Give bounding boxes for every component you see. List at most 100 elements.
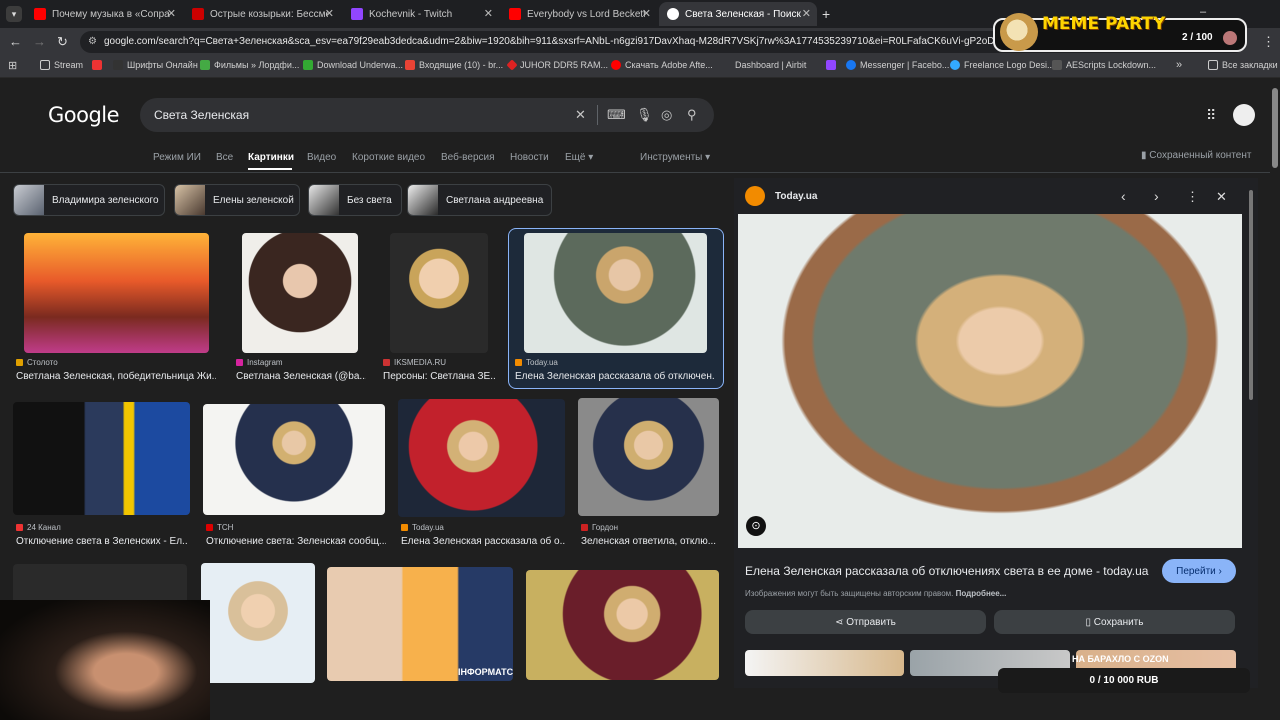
bookmark-item[interactable]: Stream xyxy=(40,60,83,70)
browser-tab[interactable]: Почему музыка в «Сопрано» ✕ xyxy=(26,2,182,26)
saved-content-link[interactable]: ▮ Сохраненный контент xyxy=(1141,150,1251,161)
site-info-icon[interactable]: ⚙ xyxy=(88,31,97,53)
google-logo[interactable]: Google xyxy=(48,103,120,127)
more-bookmarks-icon[interactable]: » xyxy=(1176,59,1182,71)
search-icon[interactable]: ⚲ xyxy=(687,107,697,123)
related-search-chip[interactable]: Светлана андреевна xyxy=(407,184,552,216)
apps-icon[interactable]: ⊞ xyxy=(8,59,17,72)
preview-title[interactable]: Елена Зеленская рассказала об отключения… xyxy=(745,564,1148,578)
related-search-chip[interactable]: Владимира зеленского xyxy=(13,184,165,216)
result-caption[interactable]: Отключение света: Зеленская сообщ... xyxy=(206,536,386,547)
next-icon[interactable]: › xyxy=(1154,188,1159,204)
result-caption[interactable]: Персоны: Светлана ЗЕ... xyxy=(383,371,496,382)
lens-icon[interactable]: ◎ xyxy=(661,107,672,123)
more-options-icon[interactable]: ⋮ xyxy=(1186,189,1199,205)
back-icon[interactable]: ← xyxy=(9,34,22,49)
twitch-icon xyxy=(351,8,363,20)
tab-videos[interactable]: Видео xyxy=(307,152,336,163)
bookmark-item[interactable]: Шрифты Онлайн xyxy=(113,60,198,70)
scrollbar[interactable] xyxy=(1249,190,1253,400)
tab-all[interactable]: Все xyxy=(216,152,233,163)
bookmark-item[interactable] xyxy=(826,60,840,70)
gmail-icon xyxy=(405,60,415,70)
page-scrollbar[interactable] xyxy=(1272,88,1278,168)
share-button[interactable]: ⋖ Отправить xyxy=(745,610,986,634)
tab-short-videos[interactable]: Короткие видео xyxy=(352,152,425,163)
twitch-icon xyxy=(826,60,836,70)
result-image[interactable] xyxy=(390,233,488,353)
result-image[interactable] xyxy=(327,567,513,681)
bookmark-item[interactable]: Download Underwa... xyxy=(303,60,403,70)
bookmark-item[interactable]: JUHOR DDR5 RAM... xyxy=(506,59,608,71)
lens-search-icon[interactable]: ⊙ xyxy=(746,516,766,536)
forward-icon[interactable]: → xyxy=(33,34,46,49)
result-image[interactable] xyxy=(242,233,358,353)
result-caption[interactable]: Елена Зеленская рассказала об о... xyxy=(401,536,566,547)
reload-icon[interactable]: ↻ xyxy=(57,34,68,50)
avatar[interactable] xyxy=(1233,104,1255,126)
close-tab-icon[interactable]: ✕ xyxy=(642,7,651,20)
save-button[interactable]: ▯ Сохранить xyxy=(994,610,1235,634)
bookmark-item[interactable]: Фильмы » Лордфи... xyxy=(200,60,299,70)
donation-goal-bar: 0 / 10 000 RUB xyxy=(998,668,1250,693)
result-caption[interactable]: Зеленская ответила, отклю... xyxy=(581,536,716,547)
tools-menu[interactable]: Инструменты ▾ xyxy=(640,152,710,163)
result-caption[interactable]: Светлана Зеленская, победительница Жи... xyxy=(16,371,216,382)
close-tab-icon[interactable]: ✕ xyxy=(325,7,334,20)
search-input[interactable]: Света Зеленская xyxy=(140,98,714,132)
microphone-icon[interactable]: 🎙 xyxy=(636,107,653,123)
keyboard-icon[interactable]: ⌨ xyxy=(607,107,626,123)
browser-tab[interactable]: Острые козырьки: Бессмертна✕ xyxy=(184,2,340,26)
bookmark-item[interactable]: Входящие (10) - br... xyxy=(405,60,503,70)
result-image[interactable] xyxy=(13,564,187,604)
google-apps-icon[interactable]: ⠿ xyxy=(1206,107,1216,124)
close-tab-icon[interactable]: ✕ xyxy=(167,7,176,20)
tab-web[interactable]: Веб-версия xyxy=(441,152,495,163)
bookmark-item[interactable]: Freelance Logo Desi... xyxy=(950,60,1055,70)
bookmark-item[interactable]: AEScripts Lockdown... xyxy=(1052,60,1156,70)
related-search-chip[interactable]: Без света xyxy=(308,184,402,216)
tab-news[interactable]: Новости xyxy=(510,152,549,163)
avatar xyxy=(1223,31,1237,45)
browser-tab-active[interactable]: Света Зеленская - Поиск в Go✕ xyxy=(659,2,817,26)
tab-ai-mode[interactable]: Режим ИИ xyxy=(153,152,201,163)
result-image[interactable] xyxy=(398,399,565,517)
result-image[interactable] xyxy=(24,233,209,353)
preview-source[interactable]: Today.ua xyxy=(775,191,817,202)
close-tab-icon[interactable]: ✕ xyxy=(484,7,493,20)
tab-more[interactable]: Ещё ▾ xyxy=(565,152,593,163)
youtube-icon xyxy=(192,8,204,20)
visit-button[interactable]: Перейти › xyxy=(1162,559,1236,583)
result-caption[interactable]: Елена Зеленская рассказала об отключен..… xyxy=(515,371,715,382)
result-image[interactable] xyxy=(201,563,315,683)
bookmark-item[interactable]: Скачать Adobe Afte... xyxy=(611,60,713,70)
result-image[interactable] xyxy=(13,402,190,515)
learn-more-link[interactable]: Подробнее... xyxy=(956,589,1007,598)
clear-search-icon[interactable]: ✕ xyxy=(575,107,586,123)
browser-tab[interactable]: Kochevnik - Twitch ✕ xyxy=(343,2,499,26)
tab-search-icon[interactable]: ▾ xyxy=(6,6,22,22)
previous-icon[interactable]: ‹ xyxy=(1121,188,1126,204)
close-icon[interactable]: ✕ xyxy=(1216,189,1227,205)
related-search-chip[interactable]: Елены зеленской xyxy=(174,184,300,216)
result-caption[interactable]: Отключение света в Зеленских - Ел... xyxy=(16,536,188,547)
close-tab-icon[interactable]: ✕ xyxy=(802,7,811,20)
bookmark-item[interactable]: Dashboard | Airbit xyxy=(735,60,806,70)
all-bookmarks[interactable]: Все закладки xyxy=(1208,60,1278,70)
facebook-icon xyxy=(846,60,856,70)
result-image[interactable] xyxy=(203,404,385,515)
browser-tab[interactable]: Everybody vs Lord Beckett - Yo✕ xyxy=(501,2,657,26)
new-tab-button[interactable]: + xyxy=(822,6,830,22)
result-image[interactable] xyxy=(524,233,707,353)
browser-menu-icon[interactable]: ⋮ xyxy=(1262,34,1275,50)
bookmark-item[interactable] xyxy=(92,60,106,70)
folder-icon xyxy=(1208,60,1218,70)
result-image[interactable] xyxy=(578,398,719,516)
tab-images[interactable]: Картинки xyxy=(248,152,294,163)
bookmark-item[interactable]: Messenger | Facebo... xyxy=(846,60,949,70)
result-image[interactable] xyxy=(526,570,719,680)
related-image[interactable] xyxy=(745,650,904,676)
selected-tab-indicator xyxy=(248,168,292,170)
result-caption[interactable]: Светлана Зеленская (@ba... xyxy=(236,371,366,382)
preview-image[interactable] xyxy=(738,214,1242,548)
